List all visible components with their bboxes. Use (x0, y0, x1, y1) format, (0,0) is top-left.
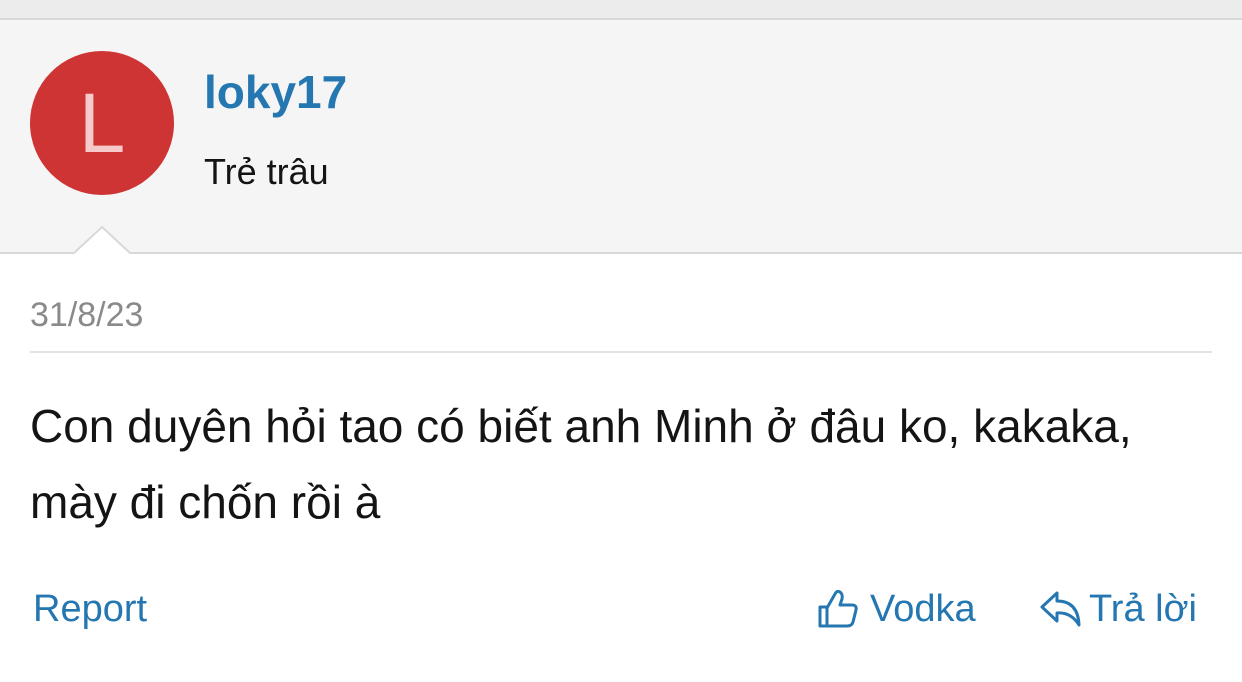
top-strip (0, 0, 1242, 20)
header-pointer-arrow (74, 226, 130, 254)
user-title: Trẻ trâu (204, 151, 329, 192)
reply-button[interactable]: Trả lời (1039, 585, 1197, 633)
post-author-header: L loky17 Trẻ trâu (0, 20, 1242, 254)
post-date[interactable]: 31/8/23 (30, 294, 143, 336)
reply-label: Trả lời (1089, 588, 1197, 630)
thumbs-up-icon (818, 589, 858, 628)
post-message: Con duyên hỏi tao có biết anh Minh ở đâu… (30, 400, 1132, 528)
like-button[interactable]: Vodka (816, 585, 976, 633)
divider (30, 351, 1212, 353)
avatar[interactable]: L (30, 51, 174, 195)
reply-arrow-icon (1040, 591, 1081, 627)
report-link[interactable]: Report (33, 585, 147, 633)
like-label: Vodka (870, 588, 976, 630)
username-link[interactable]: loky17 (204, 64, 347, 120)
